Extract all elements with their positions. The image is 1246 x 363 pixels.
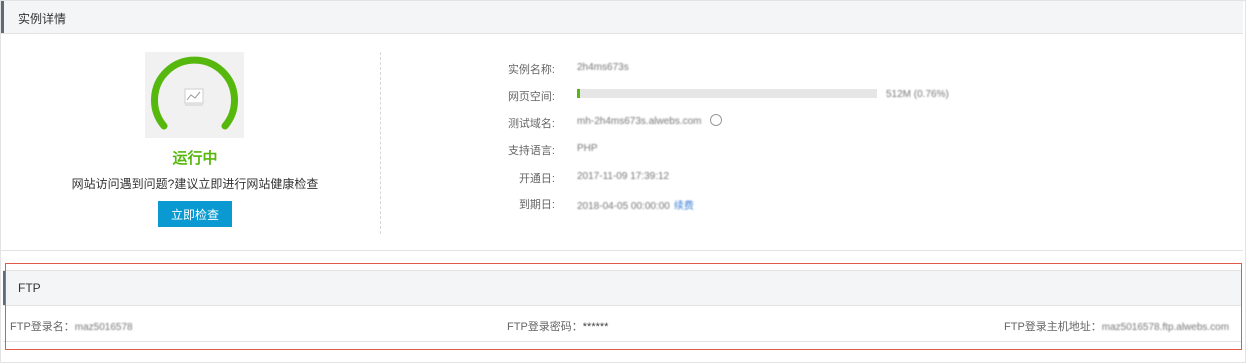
status-label: 运行中: [172, 150, 218, 167]
copy-icon[interactable]: [710, 114, 722, 126]
open-date-value: 2017-11-09 17:39:12: [577, 171, 670, 182]
section-title: 实例详情: [18, 12, 67, 26]
instance-name-value: 2h4ms673s: [577, 62, 629, 73]
column-divider: [380, 52, 381, 234]
web-space-label: 网页空间:: [507, 91, 555, 103]
expire-date-value: 2018-04-05 00:00:00: [577, 201, 670, 212]
web-space-progress-bar: [577, 89, 877, 98]
section-divider: [1, 250, 1243, 251]
test-domain-value[interactable]: mh-2h4ms673s.alwebs.com: [577, 116, 702, 127]
gauge-icon: [145, 52, 244, 138]
instance-name-label: 实例名称:: [507, 64, 555, 76]
chart-icon: [184, 88, 204, 106]
status-column: 运行中 网站访问遇到问题?建议立即进行网站健康检查 立即检查: [0, 34, 380, 246]
renew-link[interactable]: 续费: [674, 201, 694, 212]
open-date-label: 开通日:: [518, 173, 555, 185]
ftp-highlight-frame: [5, 263, 1242, 350]
language-label: 支持语言:: [507, 145, 555, 157]
header-accent-bar: [1, 1, 4, 33]
web-space-progress-fill: [577, 89, 580, 98]
expire-date-label: 到期日:: [518, 199, 555, 211]
health-check-hint: 网站访问遇到问题?建议立即进行网站健康检查: [71, 177, 319, 191]
expire-date-row: 2018-04-05 00:00:00 续费: [577, 197, 694, 212]
test-domain-label: 测试域名:: [507, 118, 555, 130]
language-value: PHP: [577, 143, 598, 154]
check-now-button[interactable]: 立即检查: [158, 201, 232, 227]
web-space-value: 512M (0.76%): [886, 89, 949, 100]
instance-detail-header: 实例详情: [1, 1, 1243, 34]
